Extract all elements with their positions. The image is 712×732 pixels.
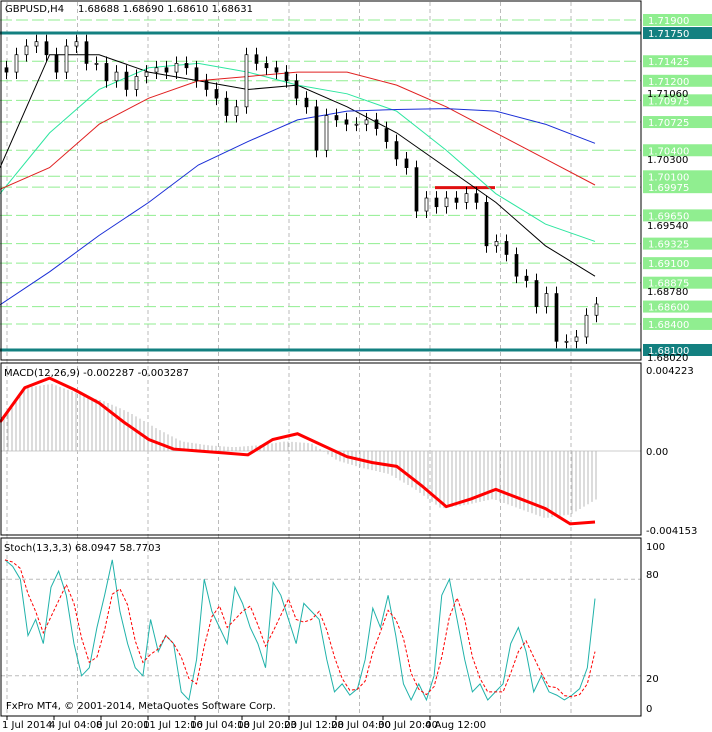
candle-body xyxy=(124,71,129,90)
macd-label: MACD(12,26,9) -0.002287 -0.003287 xyxy=(4,368,189,379)
stoch-axis-0: 0 xyxy=(646,704,652,715)
price-label: 1.70300 xyxy=(647,155,688,166)
level-label: 1.71425 xyxy=(648,57,689,68)
chart-window: 1.71900 1.71750 1.71425 1.71200 1.70975 1.707… xyxy=(0,0,712,732)
candle-body xyxy=(154,67,159,73)
level-label: 1.70725 xyxy=(648,118,689,129)
price-label: 1.71060 xyxy=(647,89,688,100)
candle-body xyxy=(184,63,189,69)
candle-body xyxy=(34,41,39,47)
level-label: 1.68600 xyxy=(648,303,689,314)
candle-body xyxy=(4,67,9,73)
candle-body xyxy=(584,314,589,338)
candle-body xyxy=(404,158,409,168)
candle-body xyxy=(514,254,519,277)
candle-body xyxy=(454,197,459,203)
level-label: 1.71900 xyxy=(648,16,689,27)
candle-body xyxy=(274,67,279,73)
level-label: 1.69325 xyxy=(648,240,689,251)
candle-body xyxy=(214,89,219,99)
copyright-label: FxPro MT4, © 2001-2014, MetaQuotes Softw… xyxy=(6,701,276,712)
candle-body xyxy=(164,67,169,73)
macd-axis-min: -0.004153 xyxy=(646,526,697,537)
candle-body xyxy=(44,41,49,56)
trading-chart[interactable]: 1.719001.717501.714251.712001.709751.707… xyxy=(0,0,712,732)
level-label: 1.69975 xyxy=(648,183,689,194)
candle-body xyxy=(364,119,369,125)
candle-body xyxy=(114,71,119,82)
symbol-label: GBPUSD,H4 xyxy=(5,4,64,15)
candle-body xyxy=(344,119,349,125)
candle-body xyxy=(524,275,529,281)
candle-body xyxy=(374,119,379,129)
candle-body xyxy=(104,63,109,82)
candle-body xyxy=(304,97,309,108)
level-label: 1.71200 xyxy=(648,77,689,88)
candle-body xyxy=(14,54,19,73)
candle-body xyxy=(534,280,539,307)
candle-body xyxy=(74,41,79,47)
candle-body xyxy=(314,106,319,151)
candle-body xyxy=(444,197,449,208)
candle-body xyxy=(234,106,239,116)
macd-axis-zero: 0.00 xyxy=(646,447,668,458)
stoch-label: Stoch(13,3,3) 68.0947 58.7703 xyxy=(4,543,161,554)
candle-body xyxy=(194,67,199,82)
stoch-main-line xyxy=(4,559,596,702)
stoch-axis-100: 100 xyxy=(646,542,665,553)
candle-body xyxy=(94,63,99,65)
candle-body xyxy=(414,167,419,212)
candle-body xyxy=(354,123,359,126)
time-label: 4 Jul 04:00 xyxy=(49,720,103,731)
price-label: 1.68020 xyxy=(647,353,688,364)
candle-body xyxy=(574,336,579,342)
candle-body xyxy=(464,193,469,203)
candle-body xyxy=(204,80,209,90)
candle-body xyxy=(224,97,229,116)
candle-body xyxy=(134,76,139,90)
candle-body xyxy=(264,63,269,69)
price-label: 1.69540 xyxy=(647,221,688,232)
time-label: 8 Jul 20:00 xyxy=(96,720,150,731)
candle-body xyxy=(84,41,89,64)
time-label: 4 Aug 12:00 xyxy=(425,720,486,731)
candle-body xyxy=(294,80,299,99)
candle-body xyxy=(554,293,559,342)
candle-body xyxy=(504,241,509,255)
candle-body xyxy=(494,241,499,247)
candle-body xyxy=(434,197,439,208)
candle-body xyxy=(564,340,569,343)
ohlc-label: 1.68688 1.68690 1.68610 1.68631 xyxy=(78,4,253,15)
candle-body xyxy=(594,303,599,316)
candle-body xyxy=(144,71,149,77)
price-label: 1.68780 xyxy=(647,287,688,298)
level-label: 1.69100 xyxy=(648,259,689,270)
level-label: 1.68400 xyxy=(648,320,689,331)
candle-body xyxy=(484,202,489,247)
candle-body xyxy=(384,128,389,142)
candle-body xyxy=(284,71,289,82)
candle-body xyxy=(544,293,549,307)
candle-body xyxy=(324,115,329,151)
time-label: 1 Jul 2014 xyxy=(2,720,52,731)
stoch-axis-20: 20 xyxy=(646,674,659,685)
candle-body xyxy=(174,63,179,73)
candle-body xyxy=(254,54,259,64)
stoch-axis-80: 80 xyxy=(646,570,659,581)
candle-body xyxy=(424,197,429,212)
candle-body xyxy=(64,45,69,73)
level-label: 1.71750 xyxy=(648,29,689,40)
candle-body xyxy=(394,141,399,160)
candle-body xyxy=(54,54,59,73)
candle-body xyxy=(244,54,249,108)
candle-body xyxy=(24,45,29,56)
candle-body xyxy=(474,193,479,203)
macd-axis-max: 0.004223 xyxy=(646,366,694,377)
candle-body xyxy=(334,115,339,121)
